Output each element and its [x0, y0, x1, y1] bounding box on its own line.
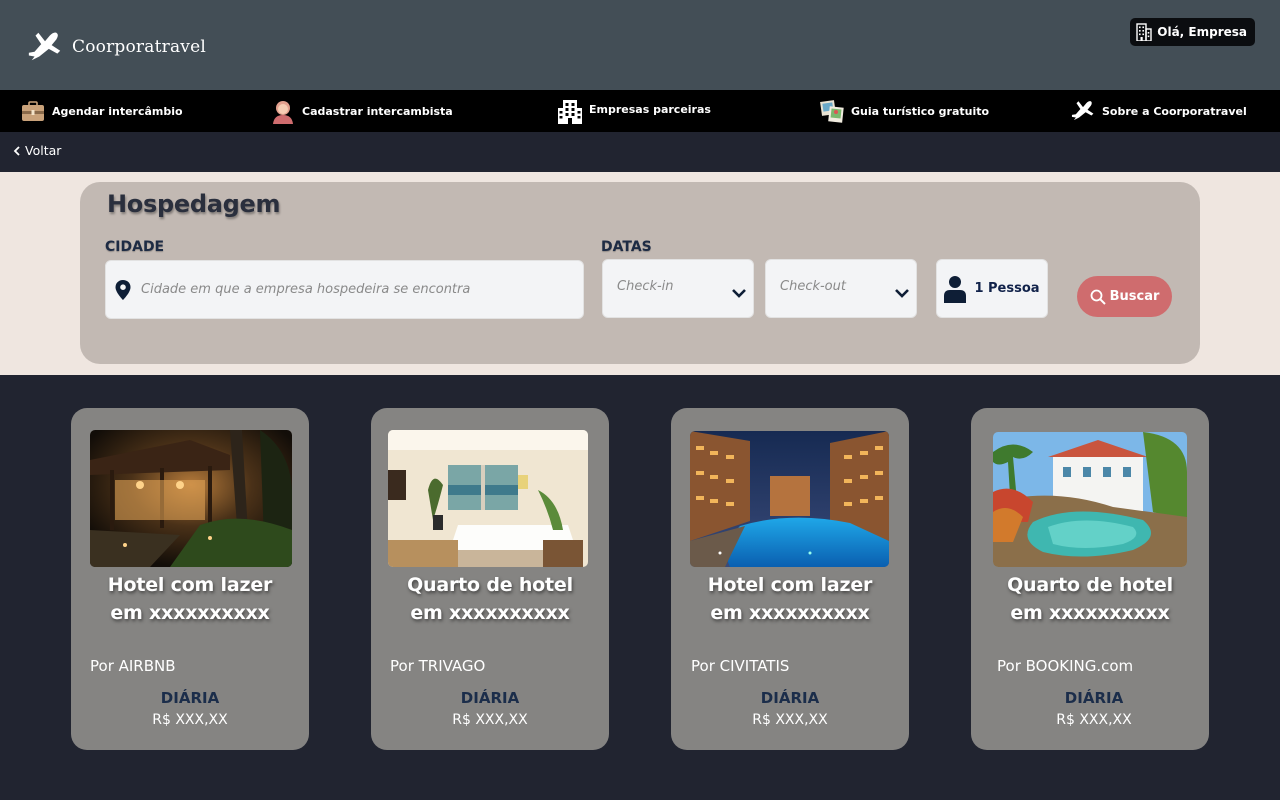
page-title: Hospedagem — [107, 190, 281, 218]
resort-pool-photo — [993, 432, 1187, 567]
card-title-line2: em xxxxxxxxxx — [1010, 602, 1170, 624]
chevron-left-icon — [13, 145, 20, 156]
dates-label: DATAS — [601, 239, 652, 255]
garden-night-photo — [90, 430, 292, 567]
card-price: R$ XXX,XX — [752, 712, 828, 728]
nav-label: Cadastrar intercambista — [302, 104, 453, 118]
nav-item-agendar[interactable]: Agendar intercâmbio — [20, 90, 183, 132]
briefcase-icon — [22, 101, 44, 121]
card-title-line2: em xxxxxxxxxx — [410, 602, 570, 624]
card-rate-label: DIÁRIA — [460, 689, 520, 707]
card-title: Hotel com lazer em xxxxxxxxxx — [71, 571, 309, 627]
card-price: R$ XXX,XX — [152, 712, 228, 728]
main-nav: Agendar intercâmbio Cadastrar intercambi… — [0, 90, 1280, 132]
chevron-down-icon — [895, 288, 909, 298]
checkin-select[interactable]: Check-in — [602, 259, 754, 318]
nav-label: Sobre a Coorporatravel — [1102, 104, 1247, 118]
user-icon — [944, 275, 967, 303]
checkout-select[interactable]: Check-out — [765, 259, 917, 318]
guests-selector[interactable]: 1 Pessoa — [936, 259, 1048, 318]
greeting-text: Olá, Empresa — [1157, 25, 1247, 39]
city-input[interactable] — [141, 282, 561, 297]
hotel-card[interactable]: Quarto de hotel em xxxxxxxxxx Por TRIVAG… — [371, 408, 609, 750]
card-rate-label: DIÁRIA — [160, 689, 220, 707]
account-menu-button[interactable]: Olá, Empresa — [1130, 18, 1255, 46]
nav-label: Guia turístico gratuito — [851, 104, 990, 118]
checkout-placeholder: Check-out — [780, 279, 846, 294]
sub-bar: Voltar — [0, 132, 1280, 172]
city-label: CIDADE — [105, 239, 165, 255]
card-title-line2: em xxxxxxxxxx — [710, 602, 870, 624]
location-pin-icon — [115, 279, 131, 300]
card-title: Quarto de hotel em xxxxxxxxxx — [371, 571, 609, 627]
map-photos-icon — [820, 100, 844, 123]
card-rate-label: DIÁRIA — [1064, 689, 1124, 707]
top-header: Coorporatravel Olá, Empresa — [0, 0, 1280, 90]
guests-count: 1 Pessoa — [974, 281, 1040, 296]
card-title-line1: Hotel com lazer — [107, 574, 273, 596]
brand-name: Coorporatravel — [72, 37, 206, 57]
search-section: Hospedagem CIDADE DATAS Check-in Check-o… — [0, 172, 1280, 375]
card-title-line1: Quarto de hotel — [1007, 574, 1173, 596]
nav-label: Empresas parceiras — [589, 102, 711, 116]
nav-item-cadastrar[interactable]: Cadastrar intercambista — [270, 90, 453, 132]
hotel-room-photo — [388, 430, 588, 567]
nav-item-guia[interactable]: Guia turístico gratuito — [819, 90, 989, 132]
search-panel: Hospedagem CIDADE DATAS Check-in Check-o… — [80, 182, 1200, 364]
card-provider: Por AIRBNB — [90, 657, 176, 675]
search-button[interactable]: Buscar — [1077, 276, 1172, 317]
city-field[interactable] — [105, 260, 584, 319]
hotel-card[interactable]: Hotel com lazer em xxxxxxxxxx Por CIVITA… — [671, 408, 909, 750]
card-provider: Por BOOKING.com — [997, 657, 1134, 675]
airplane-logo-icon — [28, 32, 61, 61]
card-title: Quarto de hotel em xxxxxxxxxx — [971, 571, 1209, 627]
search-icon — [1090, 289, 1106, 305]
building-icon — [558, 100, 582, 124]
card-rate-label: DIÁRIA — [760, 689, 820, 707]
building-icon — [1136, 23, 1152, 41]
card-price: R$ XXX,XX — [1056, 712, 1132, 728]
card-price: R$ XXX,XX — [452, 712, 528, 728]
back-label: Voltar — [25, 143, 62, 158]
card-title-line1: Quarto de hotel — [407, 574, 573, 596]
checkin-placeholder: Check-in — [617, 279, 674, 294]
back-link[interactable]: Voltar — [13, 143, 61, 158]
card-title-line1: Hotel com lazer — [707, 574, 873, 596]
hotel-card[interactable]: Quarto de hotel em xxxxxxxxxx Por BOOKIN… — [971, 408, 1209, 750]
chevron-down-icon — [732, 288, 746, 298]
card-provider: Por TRIVAGO — [390, 657, 486, 675]
card-title-line2: em xxxxxxxxxx — [110, 602, 270, 624]
pool-night-photo — [690, 431, 889, 567]
brand-logo[interactable]: Coorporatravel — [26, 28, 206, 66]
nav-item-empresas[interactable]: Empresas parceiras — [557, 90, 711, 132]
card-title: Hotel com lazer em xxxxxxxxxx — [671, 571, 909, 627]
card-provider: Por CIVITATIS — [691, 657, 790, 675]
person-icon — [273, 101, 293, 124]
search-button-label: Buscar — [1109, 289, 1160, 304]
nav-label: Agendar intercâmbio — [52, 104, 183, 118]
hotel-card[interactable]: Hotel com lazer em xxxxxxxxxx Por AIRBNB… — [71, 408, 309, 750]
airplane-icon — [1071, 101, 1094, 121]
nav-item-sobre[interactable]: Sobre a Coorporatravel — [1070, 90, 1247, 132]
